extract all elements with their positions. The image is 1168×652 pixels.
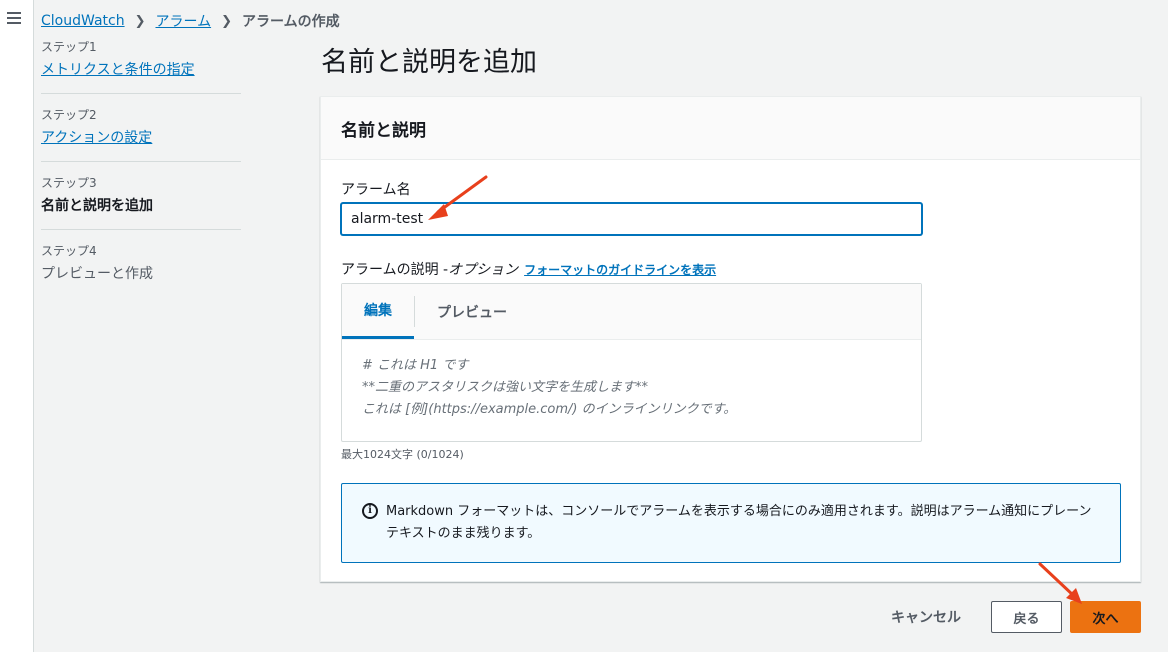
breadcrumb: CloudWatch ❯ アラーム ❯ アラームの作成 (41, 11, 340, 31)
description-textarea[interactable]: # これは H1 です **二重のアスタリスクは強い文字を生成します** これは… (342, 340, 921, 436)
alarm-name-label: アラーム名 (341, 182, 411, 198)
step-2: ステップ2 アクションの設定 (41, 106, 241, 162)
breadcrumb-cloudwatch[interactable]: CloudWatch (41, 13, 125, 29)
cancel-button[interactable]: キャンセル (891, 607, 961, 627)
panel-title: 名前と説明 (341, 121, 426, 141)
step-3-current: 名前と説明を追加 (41, 198, 153, 214)
chevron-right-icon: ❯ (134, 13, 146, 29)
info-icon: i (362, 503, 378, 519)
info-text: Markdown フォーマットは、コンソールでアラームを表示する場合にのみ適用さ… (386, 504, 1092, 541)
placeholder-line: # これは H1 です (362, 358, 469, 373)
format-guide-link[interactable]: フォーマットのガイドラインを表示 (524, 261, 716, 278)
step-4-disabled: プレビューと作成 (41, 266, 153, 282)
info-alert: i Markdown フォーマットは、コンソールでアラームを表示する場合にのみ適… (341, 483, 1121, 563)
step-4: ステップ4 プレビューと作成 (41, 242, 241, 297)
char-limit-hint: 最大1024文字 (0/1024) (341, 448, 464, 461)
description-label-row: アラームの説明 - オプション フォーマットのガイドラインを表示 (341, 259, 716, 279)
step-2-link[interactable]: アクションの設定 (41, 130, 152, 146)
step-label: ステップ1 (41, 40, 97, 54)
editor-tabs: 編集 プレビュー (342, 284, 921, 340)
description-editor: 編集 プレビュー # これは H1 です **二重のアスタリスクは強い文字を生成… (341, 283, 922, 442)
wizard-steps: ステップ1 メトリクスと条件の指定 ステップ2 アクションの設定 ステップ3 名… (41, 38, 241, 309)
breadcrumb-alarms[interactable]: アラーム (155, 11, 211, 31)
step-1: ステップ1 メトリクスと条件の指定 (41, 38, 241, 94)
step-label: ステップ3 (41, 176, 97, 190)
menu-icon[interactable] (7, 12, 21, 24)
panel-header: 名前と説明 (321, 97, 1140, 160)
description-label: アラームの説明 - (341, 262, 449, 278)
step-3: ステップ3 名前と説明を追加 (41, 174, 241, 230)
description-optional: オプション (448, 262, 519, 278)
tab-edit[interactable]: 編集 (342, 284, 414, 339)
step-label: ステップ4 (41, 244, 97, 258)
alarm-name-input[interactable] (341, 203, 922, 235)
breadcrumb-current: アラームの作成 (241, 14, 340, 30)
name-description-panel: 名前と説明 アラーム名 アラームの説明 - オプション フォーマットのガイドライ… (320, 96, 1141, 582)
page-title: 名前と説明を追加 (321, 47, 537, 78)
next-button[interactable]: 次へ (1070, 601, 1141, 633)
step-label: ステップ2 (41, 108, 97, 122)
step-1-link[interactable]: メトリクスと条件の指定 (41, 62, 195, 78)
back-button[interactable]: 戻る (991, 601, 1062, 633)
wizard-actions: キャンセル 戻る 次へ (891, 601, 1141, 633)
placeholder-line: **二重のアスタリスクは強い文字を生成します** (362, 380, 649, 395)
placeholder-line: これは [例](https://example.com/) のインラインリンクで… (362, 402, 737, 417)
tab-preview[interactable]: プレビュー (415, 284, 529, 339)
chevron-right-icon: ❯ (221, 13, 232, 29)
left-navigation-rail (0, 0, 34, 652)
